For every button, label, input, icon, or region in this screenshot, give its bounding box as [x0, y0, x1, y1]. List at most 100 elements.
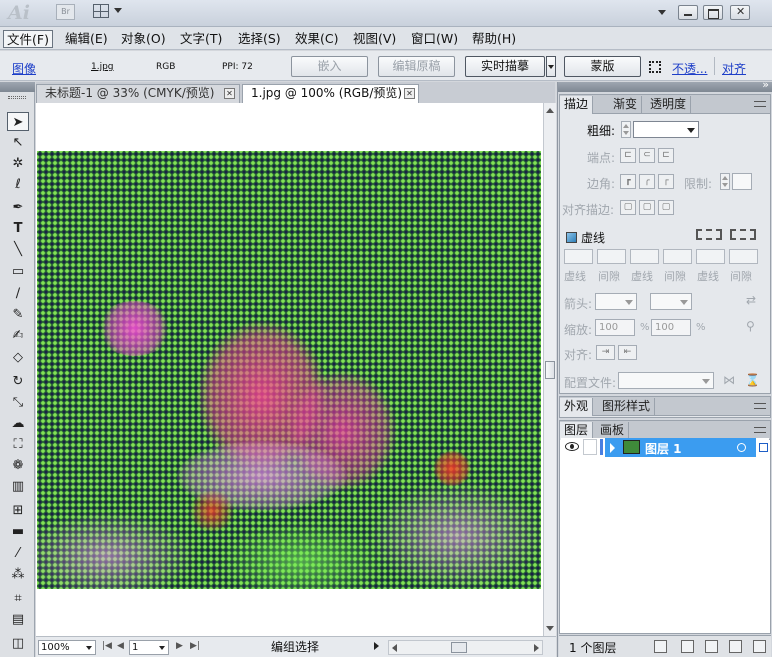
artboard-tool-icon[interactable]: ⌗ [7, 589, 29, 608]
type-tool-icon[interactable]: T [7, 219, 29, 238]
free-transform-tool-icon[interactable]: ⛶ [7, 435, 29, 454]
tab-1-jpg[interactable]: 1.jpg @ 100% (RGB/预览) ✕ [242, 84, 419, 103]
scale-tool-icon[interactable]: ⤡ [7, 393, 29, 412]
square-cap-icon[interactable]: ⊏ [658, 148, 674, 163]
dash-input-1[interactable] [564, 249, 593, 264]
symbol-sprayer-tool-icon[interactable]: ❁ [7, 456, 29, 475]
flip-horizontal-icon[interactable]: ⋈ [723, 373, 735, 387]
panel-menu-icon[interactable] [754, 427, 766, 433]
object-type-link[interactable]: 图像 [12, 60, 36, 77]
menu-object[interactable]: 对象(O) [118, 30, 169, 48]
tracing-presets-dropdown[interactable] [546, 56, 556, 77]
dash-input-2[interactable] [630, 249, 659, 264]
placed-image-halftone[interactable] [37, 151, 541, 589]
end-scale-input[interactable]: 100 [651, 319, 691, 336]
limit-input[interactable] [732, 173, 752, 190]
layer-row[interactable]: 图层 1 [561, 438, 769, 457]
zoom-level-select[interactable]: 100% [38, 640, 96, 655]
align-outside-icon[interactable]: ▢ [658, 200, 674, 215]
new-sublayer-icon[interactable] [705, 640, 718, 653]
transform-reference-icon[interactable] [649, 61, 661, 73]
workspace-switcher[interactable] [640, 6, 666, 20]
new-layer-icon[interactable] [729, 640, 742, 653]
direct-selection-tool-icon[interactable]: ↖ [7, 133, 29, 152]
panel-menu-icon[interactable] [754, 101, 766, 107]
scroll-thumb[interactable] [451, 642, 467, 653]
align-center-icon[interactable]: ▢ [620, 200, 636, 215]
scroll-right-icon[interactable] [534, 644, 539, 652]
round-cap-icon[interactable]: ⊂ [639, 148, 655, 163]
menu-select[interactable]: 选择(S) [235, 30, 284, 48]
start-arrowhead-select[interactable] [595, 293, 637, 310]
dash-align-icon[interactable] [730, 229, 756, 240]
eyedropper-tool-icon[interactable]: ⁄ [7, 544, 29, 563]
panel-menu-icon[interactable] [754, 403, 766, 409]
clipping-mask-icon[interactable] [681, 640, 694, 653]
blend-tool-icon[interactable]: ⁂ [7, 565, 29, 584]
menu-window[interactable]: 窗口(W) [408, 30, 461, 48]
visibility-eye-icon[interactable] [565, 442, 579, 451]
tab-gradient[interactable]: 渐变 [609, 96, 643, 114]
vertical-scrollbar[interactable] [543, 103, 556, 636]
horizontal-scrollbar[interactable] [388, 640, 543, 655]
status-menu-icon[interactable] [374, 642, 379, 650]
menu-edit[interactable]: 编辑(E) [62, 30, 111, 48]
miter-join-icon[interactable]: ┏ [620, 174, 636, 189]
scroll-down-icon[interactable] [546, 626, 554, 631]
rectangle-tool-icon[interactable]: ▭ [7, 262, 29, 281]
prev-artboard-icon[interactable]: ◀ [117, 641, 124, 651]
line-tool-icon[interactable]: ╲ [7, 240, 29, 259]
close-button[interactable] [730, 5, 750, 20]
mesh-tool-icon[interactable]: ⊞ [7, 501, 29, 520]
pencil-tool-icon[interactable]: ✎ [7, 305, 29, 324]
last-artboard-icon[interactable]: ▶| [190, 641, 200, 651]
bevel-join-icon[interactable]: ┌ [658, 174, 674, 189]
tab-stroke[interactable]: 描边 [560, 96, 594, 114]
align-link[interactable]: 对齐 [722, 60, 746, 77]
gradient-tool-icon[interactable]: ▬ [7, 522, 29, 541]
arrow-tip-at-end-icon[interactable]: ⇤ [618, 345, 637, 360]
scroll-thumb[interactable] [545, 361, 555, 379]
flip-vertical-icon[interactable]: ⌛ [745, 373, 760, 387]
lock-toggle[interactable] [583, 439, 597, 455]
scroll-up-icon[interactable] [546, 108, 554, 113]
end-arrowhead-select[interactable] [650, 293, 692, 310]
panel-header[interactable] [0, 82, 35, 92]
menu-view[interactable]: 视图(V) [350, 30, 399, 48]
rotate-tool-icon[interactable]: ↻ [7, 372, 29, 391]
filename-link[interactable]: 1.jpg [91, 62, 114, 72]
swap-arrowheads-icon[interactable]: ⇄ [746, 293, 756, 307]
warp-tool-icon[interactable]: ☁ [7, 414, 29, 433]
slice-tool-icon[interactable]: ▤ [7, 610, 29, 629]
gap-input-2[interactable] [663, 249, 692, 264]
column-graph-tool-icon[interactable]: ▥ [7, 477, 29, 496]
weight-input[interactable] [633, 121, 699, 138]
screen-mode-icon[interactable]: ◫ [7, 634, 29, 653]
close-icon[interactable]: ✕ [404, 88, 415, 99]
tab-graphic-styles[interactable]: 图形样式 [598, 398, 656, 416]
arrow-tip-beyond-icon[interactable]: ⇥ [596, 345, 615, 360]
menu-effect[interactable]: 效果(C) [292, 30, 341, 48]
eraser-tool-icon[interactable]: ◇ [7, 348, 29, 367]
close-icon[interactable]: ✕ [224, 88, 235, 99]
target-circle-icon[interactable] [737, 443, 746, 452]
blob-brush-tool-icon[interactable]: ✍ [7, 326, 29, 345]
profile-select[interactable] [618, 372, 714, 389]
tab-untitled-1[interactable]: 未标题-1 @ 33% (CMYK/预览) ✕ [36, 84, 240, 103]
delete-layer-icon[interactable] [753, 640, 766, 653]
expand-triangle-icon[interactable] [610, 443, 615, 453]
limit-stepper[interactable] [720, 173, 730, 190]
arrange-documents-button[interactable] [93, 4, 127, 20]
embed-button[interactable]: 嵌入 [291, 56, 368, 77]
live-trace-button[interactable]: 实时描摹 [465, 56, 545, 77]
link-scale-icon[interactable]: ⚲ [746, 319, 755, 333]
menu-type[interactable]: 文字(T) [177, 30, 225, 48]
minimize-button[interactable] [678, 5, 698, 20]
layer-name[interactable]: 图层 1 [645, 440, 682, 457]
lasso-tool-icon[interactable]: ℓ [7, 175, 29, 194]
locate-object-icon[interactable] [654, 640, 667, 653]
scroll-left-icon[interactable] [392, 644, 397, 652]
weight-stepper[interactable] [621, 121, 631, 138]
mask-button[interactable]: 蒙版 [564, 56, 641, 77]
butt-cap-icon[interactable]: ⊏ [620, 148, 636, 163]
